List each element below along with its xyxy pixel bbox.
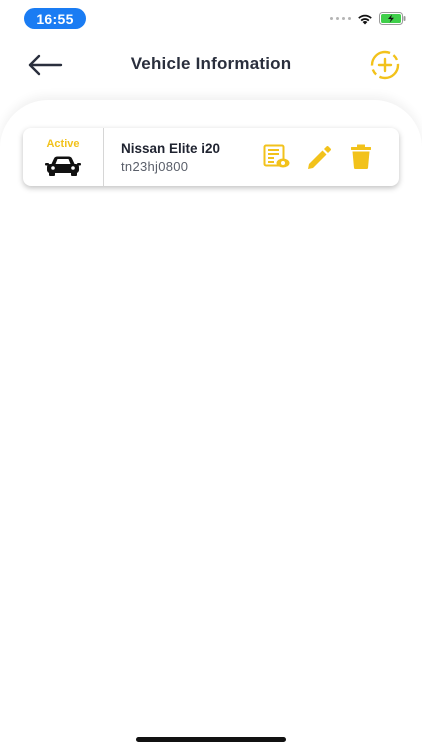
wifi-icon	[358, 14, 372, 24]
content-surface	[0, 100, 422, 750]
vehicle-plate: tn23hj0800	[121, 158, 189, 174]
delete-icon	[351, 144, 371, 169]
delete-vehicle-button[interactable]	[347, 143, 375, 171]
page-title: Vehicle Information	[130, 54, 292, 73]
documents-icon	[263, 144, 290, 168]
battery-charging-icon	[379, 12, 406, 25]
vehicle-actions	[263, 128, 399, 186]
car-icon	[45, 156, 81, 176]
vehicle-card[interactable]: Active Nissan Elite i20 tn23hj0800	[23, 128, 399, 186]
vehicle-name: Nissan Elite i20	[121, 140, 221, 156]
add-vehicle-button[interactable]	[366, 49, 404, 81]
status-bar: 16:55	[0, 0, 422, 40]
status-time: 16:55	[24, 8, 86, 29]
view-documents-button[interactable]	[263, 143, 291, 171]
status-indicators	[330, 12, 406, 25]
status-badge: Active	[46, 137, 80, 150]
cellular-signal-icon	[330, 17, 351, 20]
vehicle-status-column: Active	[23, 128, 104, 186]
app-header: Vehicle Information	[0, 40, 422, 90]
home-indicator	[136, 737, 286, 742]
edit-icon	[308, 146, 331, 169]
edit-vehicle-button[interactable]	[305, 143, 333, 171]
vehicle-info: Nissan Elite i20 tn23hj0800	[104, 128, 263, 186]
add-circle-icon	[370, 50, 400, 80]
